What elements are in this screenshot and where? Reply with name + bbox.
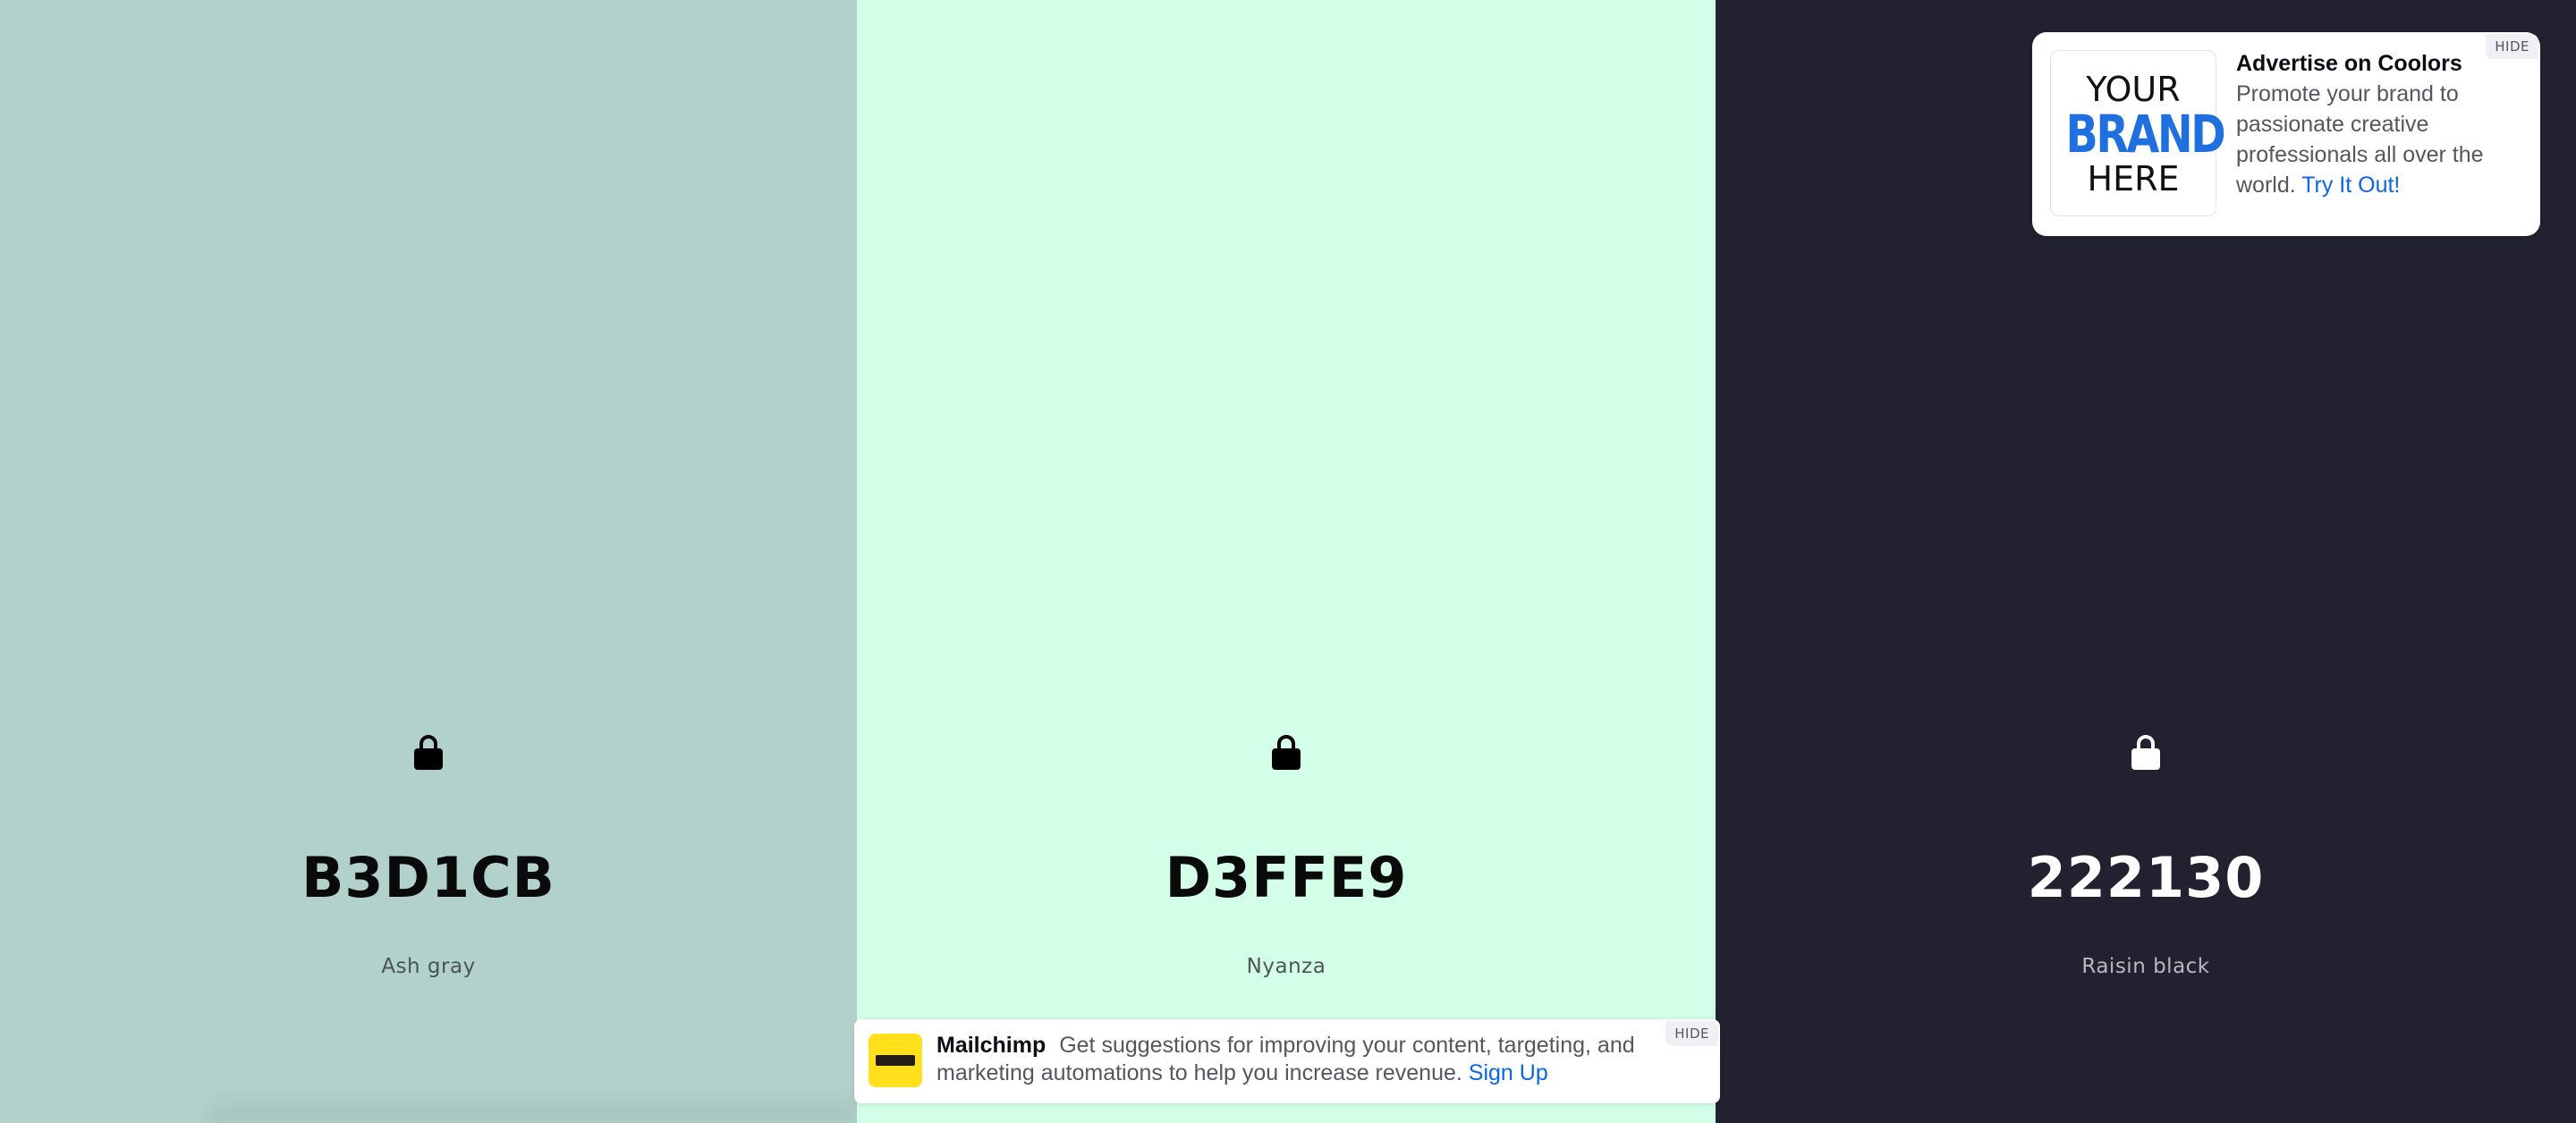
shadow (206, 1087, 857, 1123)
brand-logo-line: YOUR (2086, 70, 2181, 109)
mailchimp-ad: Mailchimp Get suggestions for improving … (854, 1019, 1720, 1103)
brand-logo-line: HERE (2087, 159, 2180, 198)
hex-code[interactable]: B3D1CB (0, 845, 857, 910)
color-name: Raisin black (2081, 955, 2210, 978)
brand-logo[interactable]: YOUR BRAND HERE (2050, 50, 2226, 216)
ad-brand: Mailchimp (936, 1033, 1046, 1058)
ad-text: Advertise on Coolors Promote your brand … (2236, 48, 2504, 200)
hex-code[interactable]: 222130 (1716, 845, 2576, 910)
color-column-ash-gray[interactable]: B3D1CB Ash gray (0, 0, 857, 1123)
color-name: Ash gray (381, 955, 476, 978)
mailchimp-logo-icon[interactable] (869, 1034, 922, 1087)
advertise-card: YOUR BRAND HERE Advertise on Coolors Pro… (2032, 32, 2540, 236)
color-name: Nyanza (1246, 955, 1326, 978)
try-it-out-link[interactable]: Try It Out! (2301, 173, 2400, 198)
color-column-nyanza[interactable]: D3FFE9 Nyanza (857, 0, 1716, 1123)
ad-text: Mailchimp Get suggestions for improving … (936, 1032, 1652, 1087)
hide-ad-button[interactable]: HIDE (1665, 1021, 1718, 1046)
sign-up-link[interactable]: Sign Up (1469, 1060, 1548, 1085)
ad-title: Advertise on Coolors (2236, 51, 2462, 76)
hex-code[interactable]: D3FFE9 (857, 845, 1716, 910)
lock-icon[interactable] (1267, 731, 1306, 771)
hide-ad-button[interactable]: HIDE (2486, 34, 2538, 59)
lock-icon[interactable] (2126, 731, 2165, 771)
lock-icon[interactable] (409, 731, 448, 771)
brand-logo-line: BRAND (2065, 104, 2226, 165)
mailchimp-wordmark (876, 1055, 915, 1066)
